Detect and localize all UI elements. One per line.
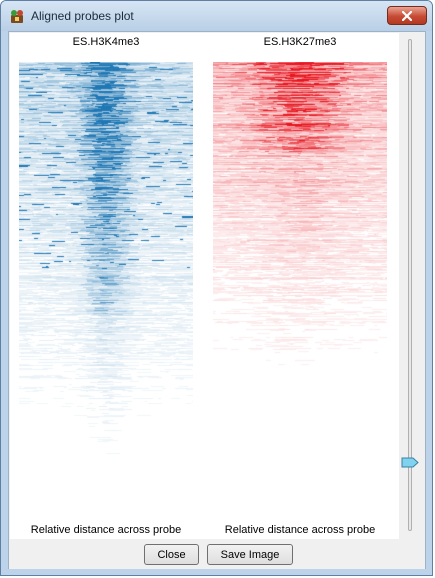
close-window-button[interactable] bbox=[387, 6, 427, 25]
heatmap-h3k27me3 bbox=[213, 62, 387, 520]
xlabel-h3k27me3: Relative distance across probe bbox=[224, 524, 376, 536]
plot-title-h3k27me3: ES.H3K27me3 bbox=[263, 36, 337, 48]
window-client-area: ES.H3K4me3 Relative distance across prob… bbox=[8, 31, 426, 569]
slider-thumb[interactable] bbox=[401, 457, 419, 468]
window-title: Aligned probes plot bbox=[31, 9, 134, 23]
xlabel-h3k4me3: Relative distance across probe bbox=[30, 524, 182, 536]
seqmonk-app-icon bbox=[11, 10, 23, 23]
plot-title-h3k4me3: ES.H3K4me3 bbox=[72, 36, 140, 48]
aligned-probes-window: Aligned probes plot ES.H3K4me3 Relative … bbox=[0, 0, 433, 576]
plot-panel: ES.H3K4me3 Relative distance across prob… bbox=[10, 33, 399, 539]
close-x-icon bbox=[402, 10, 412, 21]
intensity-slider[interactable] bbox=[400, 33, 424, 539]
save-image-button[interactable]: Save Image bbox=[207, 544, 293, 565]
button-bar: Close Save Image bbox=[9, 539, 425, 569]
heatmap-h3k4me3 bbox=[19, 62, 193, 520]
close-button[interactable]: Close bbox=[144, 544, 199, 565]
title-bar[interactable]: Aligned probes plot bbox=[1, 1, 432, 31]
